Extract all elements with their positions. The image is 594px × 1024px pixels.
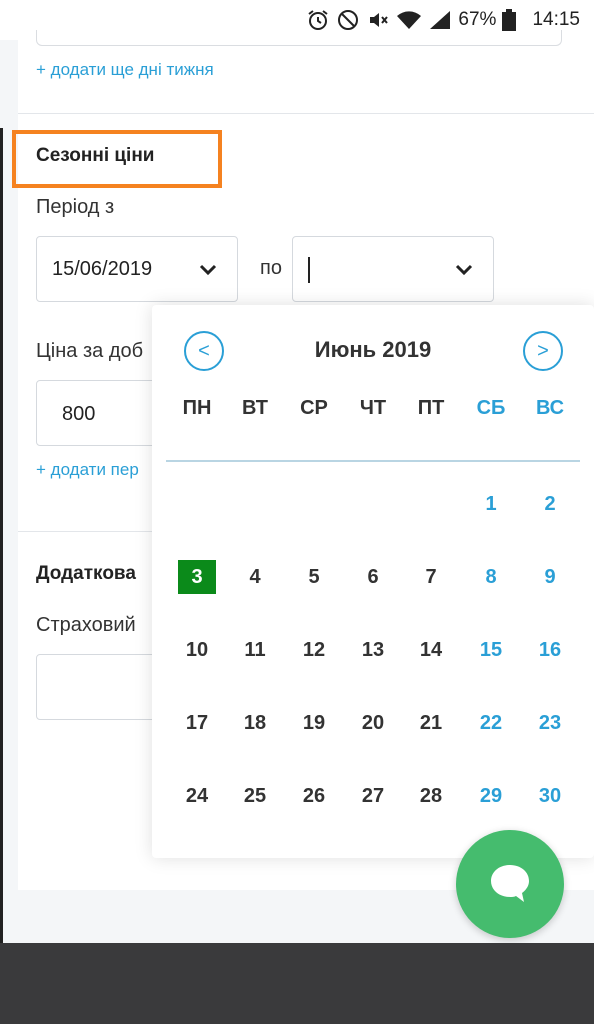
calendar-day[interactable]: 25 — [234, 779, 276, 813]
calendar-day[interactable]: 16 — [529, 633, 571, 667]
battery-percent: 67% — [458, 9, 497, 30]
text-caret — [308, 257, 310, 283]
calendar-day[interactable]: 18 — [234, 706, 276, 740]
chevron-down-icon[interactable] — [455, 264, 473, 276]
calendar-day[interactable]: 12 — [293, 633, 335, 667]
calendar-day[interactable]: 14 — [410, 633, 452, 667]
period-from-label: Період з — [36, 196, 115, 218]
weekday-tue: ВТ — [242, 397, 268, 419]
calendar-day[interactable]: 27 — [352, 779, 394, 813]
calendar-day[interactable]: 15 — [470, 633, 512, 667]
calendar-popup: < Июнь 2019 > ПН ВТ СР ЧТ ПТ СБ ВС 12345… — [152, 305, 594, 858]
signal-icon — [430, 11, 451, 29]
add-weekdays-link[interactable]: + додати ще дні тижня — [36, 60, 214, 80]
date-from-value: 15/06/2019 — [52, 258, 153, 280]
calendar-day[interactable]: 17 — [176, 706, 218, 740]
calendar-day[interactable]: 4 — [234, 560, 276, 594]
insurance-label: Страховий — [36, 614, 136, 636]
bottom-nav-bar — [0, 943, 594, 1024]
calendar-day[interactable]: 11 — [234, 633, 276, 667]
calendar-day[interactable]: 23 — [529, 706, 571, 740]
calendar-day[interactable]: 7 — [410, 560, 452, 594]
calendar-day[interactable]: 20 — [352, 706, 394, 740]
weekday-sat: СБ — [476, 397, 506, 419]
weekday-thu: ЧТ — [359, 397, 387, 419]
calendar-day[interactable]: 22 — [470, 706, 512, 740]
calendar-divider — [166, 460, 580, 462]
chat-bubble-icon — [491, 865, 529, 902]
chevron-down-icon[interactable] — [199, 264, 217, 276]
calendar-day[interactable]: 28 — [410, 779, 452, 813]
additional-section-title: Додаткова — [36, 563, 136, 584]
calendar-day[interactable]: 10 — [176, 633, 218, 667]
weekday-fri: ПТ — [417, 397, 445, 419]
price-value: 800 — [62, 403, 96, 425]
calendar-day[interactable]: 30 — [529, 779, 571, 813]
calendar-day[interactable]: 1 — [470, 487, 512, 521]
calendar-day[interactable]: 5 — [293, 560, 335, 594]
calendar-day[interactable]: 6 — [352, 560, 394, 594]
status-time: 14:15 — [532, 9, 580, 30]
calendar-day[interactable]: 9 — [529, 560, 571, 594]
calendar-day-selected[interactable]: 3 — [178, 560, 216, 594]
calendar-day[interactable]: 24 — [176, 779, 218, 813]
calendar-day[interactable]: 26 — [293, 779, 335, 813]
wifi-icon — [397, 11, 422, 29]
weekday-mon: ПН — [182, 397, 212, 419]
calendar-day[interactable]: 2 — [529, 487, 571, 521]
calendar-day[interactable]: 13 — [352, 633, 394, 667]
calendar-day[interactable]: 19 — [293, 706, 335, 740]
calendar-day[interactable]: 8 — [470, 560, 512, 594]
calendar-day[interactable]: 21 — [410, 706, 452, 740]
chevron-right-icon: > — [537, 339, 549, 362]
weekday-sun: ВС — [535, 397, 565, 419]
alarm-icon — [308, 10, 329, 30]
to-label: по — [260, 257, 282, 279]
add-period-link[interactable]: + додати пер — [36, 460, 139, 480]
battery-icon — [502, 9, 517, 31]
section-divider — [18, 113, 594, 114]
mute-icon — [370, 13, 389, 27]
chat-button[interactable] — [456, 830, 564, 938]
calendar-day[interactable]: 29 — [470, 779, 512, 813]
left-edge-rule — [0, 128, 3, 943]
seasonal-prices-title: Сезонні ціни — [36, 145, 155, 166]
price-per-day-label: Ціна за доб — [36, 340, 144, 362]
calendar-next-button[interactable]: > — [523, 331, 563, 371]
weekday-wed: СР — [300, 397, 328, 419]
previous-field[interactable] — [36, 30, 562, 46]
do-not-disturb-icon — [338, 10, 359, 30]
